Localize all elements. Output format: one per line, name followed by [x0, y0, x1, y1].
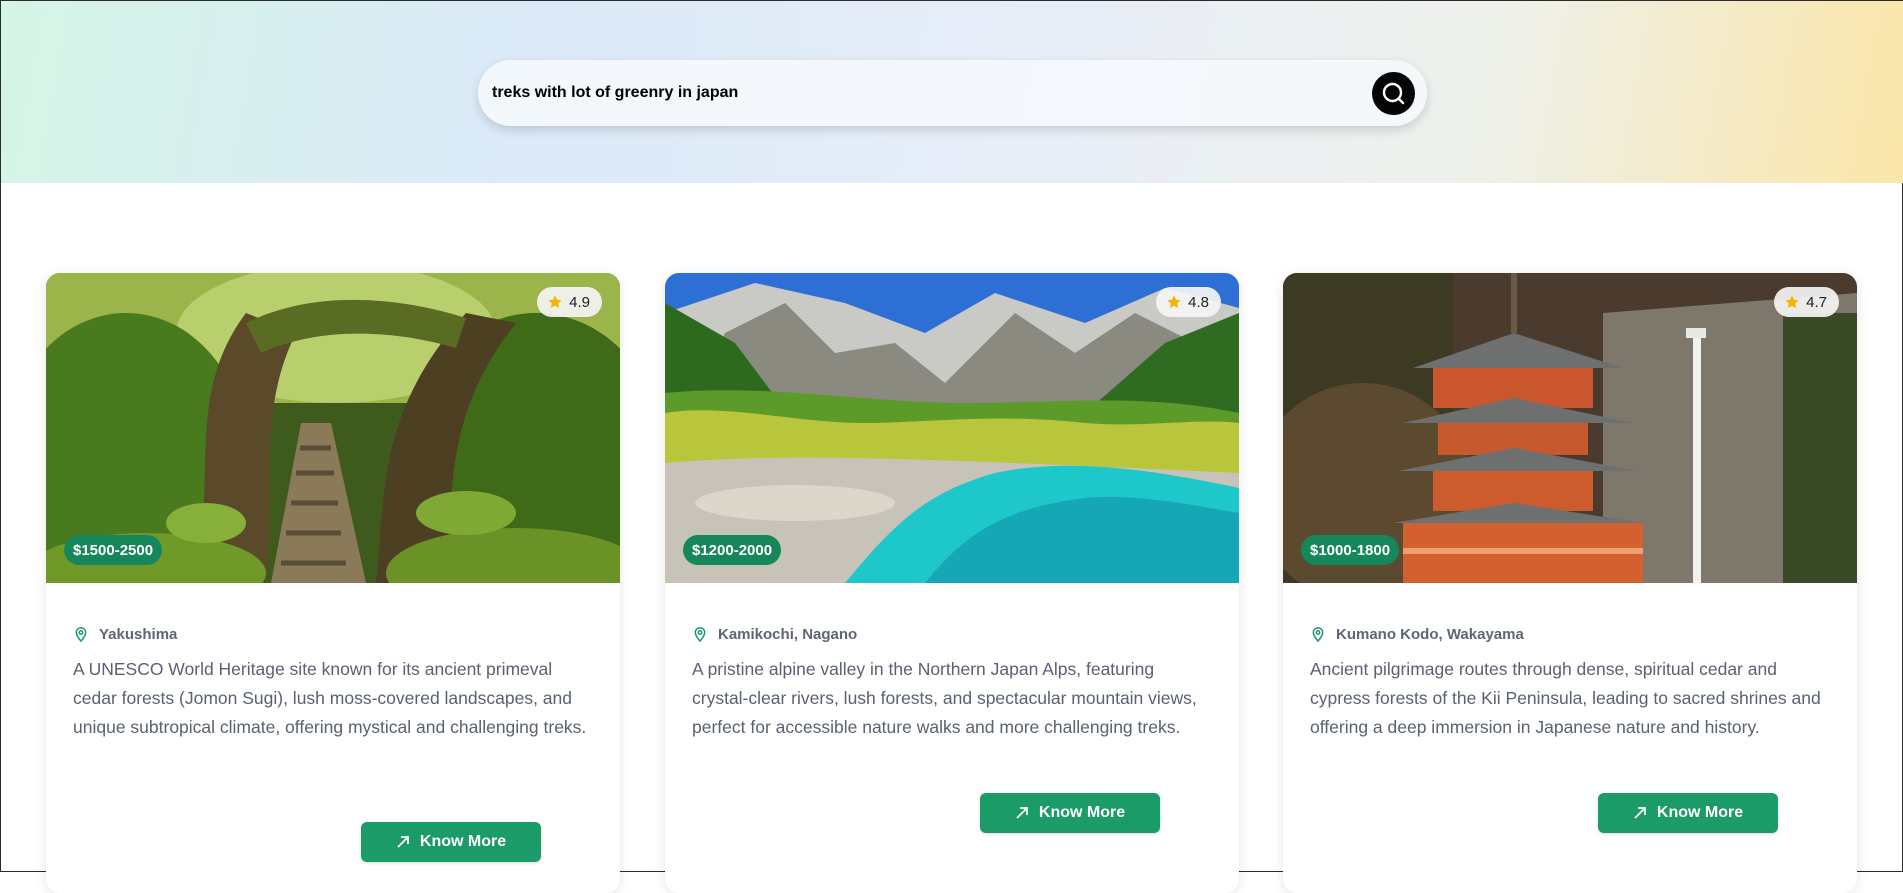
star-icon: [1167, 295, 1181, 309]
rating-value: 4.7: [1806, 293, 1827, 311]
rating-badge: 4.8: [1156, 287, 1221, 317]
know-more-button[interactable]: Know More: [1598, 793, 1778, 833]
hero-banner: [1, 1, 1903, 183]
know-more-button[interactable]: Know More: [980, 793, 1160, 833]
map-pin-icon: [75, 627, 87, 643]
price-badge: $1200-2000: [683, 535, 782, 565]
star-icon: [548, 295, 562, 309]
rating-badge: 4.9: [537, 287, 602, 317]
card-description: A UNESCO World Heritage site known for i…: [73, 659, 587, 737]
price-badge: $1500-2500: [64, 535, 163, 565]
rating-badge: 4.7: [1774, 287, 1839, 317]
price-badge: $1000-1800: [1301, 535, 1400, 565]
know-more-button[interactable]: Know More: [361, 822, 541, 862]
search-icon: [1382, 82, 1405, 105]
location: Kamikochi, Nagano: [692, 626, 857, 643]
trek-card-kamikochi[interactable]: 4.8 $1200-2000 Kamikochi, Nagano A prist…: [665, 273, 1239, 893]
location: Kumano Kodo, Wakayama: [1310, 626, 1524, 643]
location-name: Kumano Kodo, Wakayama: [1336, 626, 1524, 643]
trek-card-kumano-kodo[interactable]: 4.7 $1000-1800 Kumano Kodo, Wakayama Anc…: [1283, 273, 1857, 893]
know-more-label: Know More: [1038, 804, 1126, 821]
trek-card-yakushima[interactable]: 4.9 $1500-2500 Yakushima A UNESCO World …: [46, 273, 620, 893]
know-more-label: Know More: [419, 833, 507, 850]
location-name: Yakushima: [99, 626, 178, 643]
search-input[interactable]: [492, 60, 1332, 126]
location-name: Kamikochi, Nagano: [718, 626, 858, 643]
card-description: A pristine alpine valley in the Northern…: [692, 659, 1197, 737]
location: Yakushima: [73, 626, 177, 643]
rating-value: 4.9: [569, 293, 590, 311]
card-description: Ancient pilgrimage routes through dense,…: [1310, 659, 1821, 737]
map-pin-icon: [694, 627, 706, 643]
know-more-label: Know More: [1656, 804, 1744, 821]
search-button[interactable]: [1372, 72, 1415, 115]
arrow-up-right-icon: [397, 836, 409, 848]
arrow-up-right-icon: [1634, 807, 1646, 819]
search-bar[interactable]: [478, 60, 1427, 126]
star-icon: [1785, 295, 1799, 309]
rating-value: 4.8: [1188, 293, 1209, 311]
map-pin-icon: [1312, 627, 1324, 643]
arrow-up-right-icon: [1016, 807, 1028, 819]
